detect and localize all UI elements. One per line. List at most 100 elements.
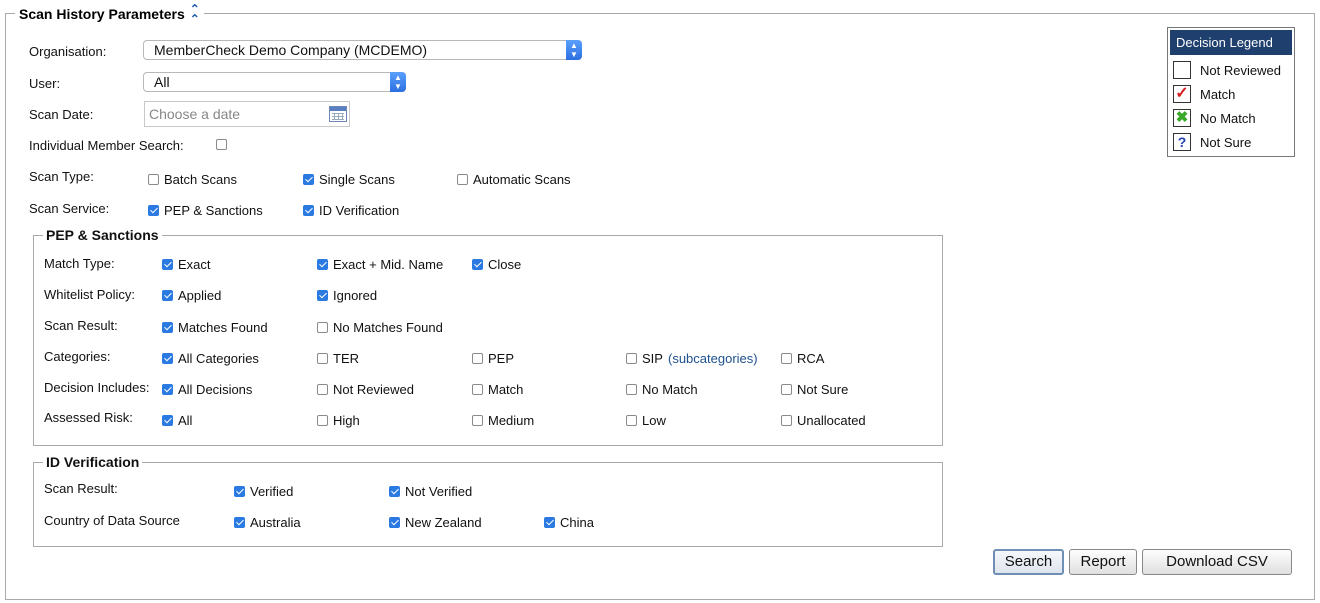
- question-mark-icon: ?: [1173, 133, 1191, 151]
- calendar-icon[interactable]: [329, 106, 347, 122]
- no-matches-found-label: No Matches Found: [333, 320, 443, 335]
- section-title[interactable]: Scan History Parameters ⌃ ⌃: [15, 3, 204, 25]
- organisation-value: MemberCheck Demo Company (MCDEMO): [154, 42, 428, 58]
- exact-checkbox[interactable]: [162, 259, 173, 270]
- legend-not-reviewed: Not Reviewed: [1200, 63, 1281, 78]
- not-sure-checkbox[interactable]: [781, 384, 792, 395]
- risk-low-label: Low: [642, 413, 666, 428]
- risk-unallocated-checkbox[interactable]: [781, 415, 792, 426]
- not-sure-label: Not Sure: [797, 382, 849, 397]
- search-button[interactable]: Search: [993, 549, 1064, 575]
- select-arrows-icon: ▲ ▼: [566, 40, 582, 60]
- automatic-scans-checkbox[interactable]: [457, 174, 468, 185]
- pep-category-checkbox[interactable]: [472, 353, 483, 364]
- australia-checkbox[interactable]: [234, 517, 245, 528]
- download-csv-button[interactable]: Download CSV: [1142, 549, 1292, 575]
- id-verification-fieldset: [33, 462, 943, 547]
- matches-found-checkbox[interactable]: [162, 322, 173, 333]
- individual-member-search-checkbox[interactable]: [216, 139, 227, 150]
- individual-member-search-label: Individual Member Search:: [29, 138, 184, 153]
- scan-service-label: Scan Service:: [29, 201, 110, 216]
- exact-mid-name-label: Exact + Mid. Name: [333, 257, 444, 272]
- sip-label: SIP: [642, 351, 663, 366]
- verified-checkbox[interactable]: [234, 486, 245, 497]
- legend-match: Match: [1200, 87, 1236, 102]
- user-select[interactable]: All ▲ ▼: [143, 72, 406, 92]
- subcategories-link[interactable]: (subcategories): [668, 351, 758, 366]
- pep-category-label: PEP: [488, 351, 515, 366]
- report-button[interactable]: Report: [1069, 549, 1137, 575]
- risk-medium-label: Medium: [488, 413, 535, 428]
- sip-checkbox[interactable]: [626, 353, 637, 364]
- exact-mid-name-checkbox[interactable]: [317, 259, 328, 270]
- close-label: Close: [488, 257, 522, 272]
- collapse-icon[interactable]: ⌃ ⌃: [190, 3, 200, 25]
- assessed-risk-label: Assessed Risk:: [44, 410, 133, 425]
- risk-all-label: All: [178, 413, 193, 428]
- user-label: User:: [29, 76, 61, 91]
- decision-includes-label: Decision Includes:: [44, 380, 150, 395]
- not-reviewed-checkbox[interactable]: [317, 384, 328, 395]
- rca-checkbox[interactable]: [781, 353, 792, 364]
- batch-scans-label: Batch Scans: [164, 172, 237, 187]
- china-checkbox[interactable]: [544, 517, 555, 528]
- not-verified-checkbox[interactable]: [389, 486, 400, 497]
- ignored-checkbox[interactable]: [317, 290, 328, 301]
- id-verification-title: ID Verification: [43, 454, 143, 470]
- match-checkbox[interactable]: [472, 384, 483, 395]
- decision-legend-title: Decision Legend: [1170, 30, 1292, 55]
- close-checkbox[interactable]: [472, 259, 483, 270]
- match-label: Match: [488, 382, 524, 397]
- automatic-scans-label: Automatic Scans: [473, 172, 571, 187]
- all-decisions-label: All Decisions: [178, 382, 253, 397]
- all-categories-label: All Categories: [178, 351, 259, 366]
- no-match-checkbox[interactable]: [626, 384, 637, 395]
- empty-box-icon: [1173, 61, 1191, 79]
- single-scans-label: Single Scans: [319, 172, 395, 187]
- pep-sanctions-title: PEP & Sanctions: [43, 227, 162, 243]
- select-arrows-icon: ▲ ▼: [390, 72, 406, 92]
- organisation-select[interactable]: MemberCheck Demo Company (MCDEMO) ▲ ▼: [143, 40, 582, 60]
- single-scans-checkbox[interactable]: [303, 174, 314, 185]
- scan-date-placeholder: Choose a date: [149, 106, 241, 122]
- user-value: All: [154, 74, 170, 90]
- applied-checkbox[interactable]: [162, 290, 173, 301]
- pep-sanctions-label: PEP & Sanctions: [164, 203, 263, 218]
- scan-type-label: Scan Type:: [29, 169, 94, 184]
- legend-no-match: No Match: [1200, 111, 1256, 126]
- red-check-icon: ✓: [1173, 85, 1191, 103]
- country-of-data-source-label: Country of Data Source: [44, 513, 180, 528]
- not-reviewed-label: Not Reviewed: [333, 382, 414, 397]
- risk-unallocated-label: Unallocated: [797, 413, 866, 428]
- legend-not-sure: Not Sure: [1200, 135, 1252, 150]
- ter-label: TER: [333, 351, 359, 366]
- risk-all-checkbox[interactable]: [162, 415, 173, 426]
- risk-medium-checkbox[interactable]: [472, 415, 483, 426]
- ignored-label: Ignored: [333, 288, 378, 303]
- all-categories-checkbox[interactable]: [162, 353, 173, 364]
- batch-scans-checkbox[interactable]: [148, 174, 159, 185]
- risk-high-label: High: [333, 413, 360, 428]
- rca-label: RCA: [797, 351, 825, 366]
- all-decisions-checkbox[interactable]: [162, 384, 173, 395]
- australia-label: Australia: [250, 515, 301, 530]
- exact-label: Exact: [178, 257, 211, 272]
- new-zealand-label: New Zealand: [405, 515, 482, 530]
- scan-date-input[interactable]: Choose a date: [144, 101, 350, 127]
- applied-label: Applied: [178, 288, 222, 303]
- risk-high-checkbox[interactable]: [317, 415, 328, 426]
- ter-checkbox[interactable]: [317, 353, 328, 364]
- id-verification-label: ID Verification: [319, 203, 400, 218]
- china-label: China: [560, 515, 594, 530]
- section-title-text: Scan History Parameters: [19, 6, 185, 22]
- pep-scan-result-label: Scan Result:: [44, 318, 118, 333]
- pep-sanctions-checkbox[interactable]: [148, 205, 159, 216]
- no-match-label: No Match: [642, 382, 698, 397]
- risk-low-checkbox[interactable]: [626, 415, 637, 426]
- new-zealand-checkbox[interactable]: [389, 517, 400, 528]
- decision-legend: Decision Legend Not Reviewed ✓ Match ✖ N…: [1167, 27, 1295, 157]
- no-matches-found-checkbox[interactable]: [317, 322, 328, 333]
- id-verification-checkbox[interactable]: [303, 205, 314, 216]
- scan-date-label: Scan Date:: [29, 107, 94, 122]
- organisation-label: Organisation:: [29, 44, 107, 59]
